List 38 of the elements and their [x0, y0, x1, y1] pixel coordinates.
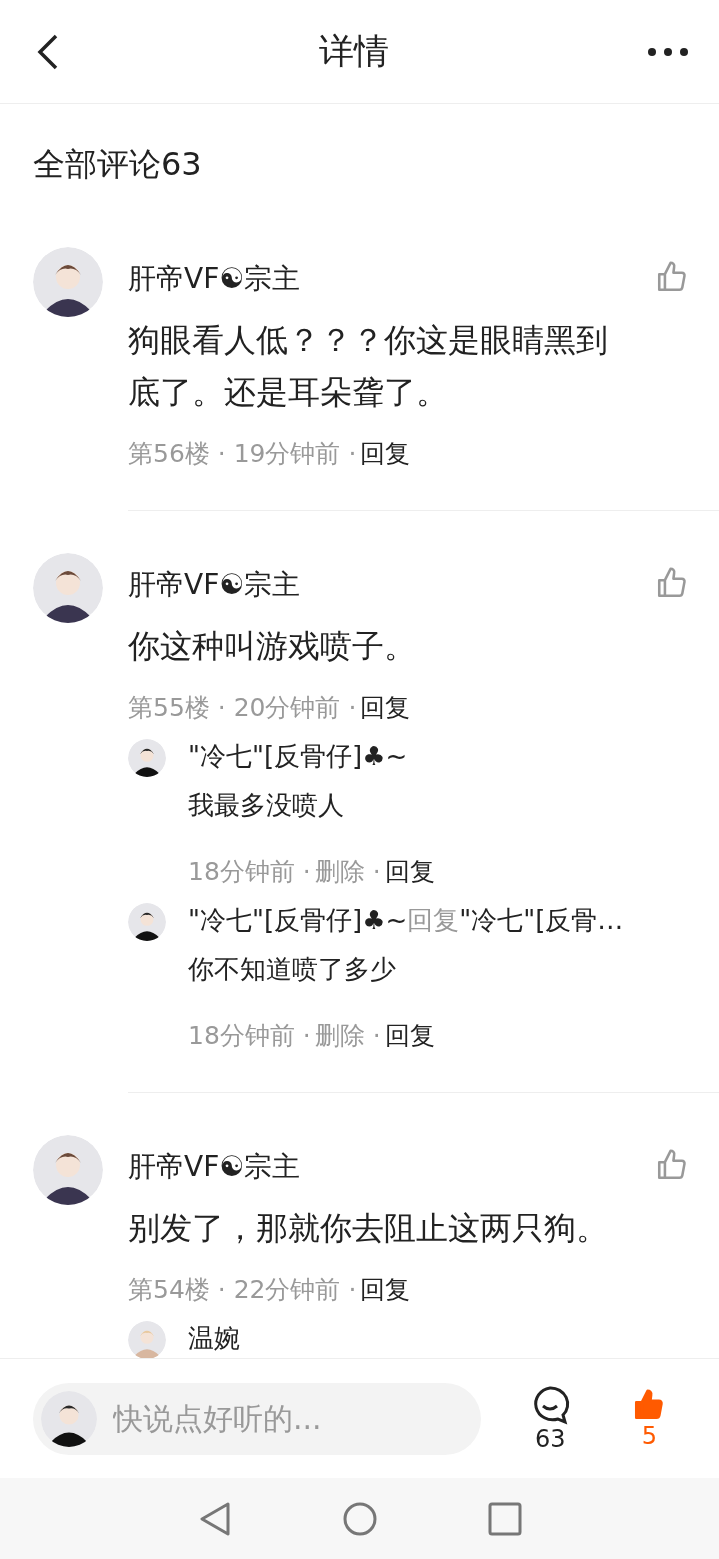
reply-link[interactable]: 回复: [384, 1019, 435, 1052]
comment-meta: 第54楼 · 22分钟前 ·: [128, 1274, 357, 1306]
avatar[interactable]: [33, 553, 103, 623]
reply-author[interactable]: 温婉: [188, 1321, 240, 1356]
comment-text: 别发了，那就你去阻止这两只狗。: [128, 1208, 609, 1249]
thumbs-up-icon[interactable]: [655, 566, 689, 600]
thumbs-up-icon[interactable]: [655, 260, 689, 294]
reply-time: 18分钟前 ·: [188, 1020, 311, 1052]
comment-meta: 第55楼 · 20分钟前 ·: [128, 692, 357, 724]
reply-link[interactable]: 回复: [360, 1273, 411, 1306]
author-name[interactable]: 肝帝VF☯宗主: [128, 1148, 301, 1186]
reply-text: 你不知道喷了多少: [188, 953, 397, 986]
avatar[interactable]: [41, 1390, 97, 1447]
author-name[interactable]: 肝帝VF☯宗主: [128, 566, 301, 604]
reply-link[interactable]: 回复: [360, 437, 411, 470]
reply-link[interactable]: 回复: [360, 691, 411, 724]
author-name[interactable]: 肝帝VF☯宗主: [128, 260, 301, 298]
reply-link[interactable]: 回复: [384, 855, 435, 888]
thumbs-up-icon[interactable]: [655, 1148, 689, 1182]
recents-nav-icon[interactable]: [487, 1501, 522, 1536]
comment-input[interactable]: 快说点好听的...: [111, 1400, 441, 1437]
avatar[interactable]: [128, 903, 166, 941]
comment-meta: 第56楼 · 19分钟前 ·: [128, 438, 357, 470]
section-title: 全部评论63: [33, 144, 203, 185]
comment-text: 狗眼看人低？？？你这是眼睛黑到底了。还是耳朵聋了。: [128, 320, 609, 413]
reply-author[interactable]: "冷七"[反骨仔]♣~回复"冷七"[反骨…: [188, 903, 624, 938]
comment-count: 63: [535, 1424, 566, 1453]
avatar[interactable]: [33, 1135, 103, 1205]
reply-time: 18分钟前 ·: [188, 856, 311, 888]
comment-text: 你这种叫游戏喷子。: [128, 626, 417, 667]
avatar[interactable]: [33, 247, 103, 317]
reply-author[interactable]: "冷七"[反骨仔]♣~: [188, 739, 435, 774]
reply-text: 我最多没喷人: [188, 789, 345, 822]
page-title: 详情: [318, 30, 389, 73]
home-nav-icon[interactable]: [341, 1500, 378, 1537]
comment-field[interactable]: 快说点好听的...: [33, 1382, 481, 1455]
like-count: 5: [641, 1421, 658, 1450]
avatar[interactable]: [128, 739, 166, 777]
